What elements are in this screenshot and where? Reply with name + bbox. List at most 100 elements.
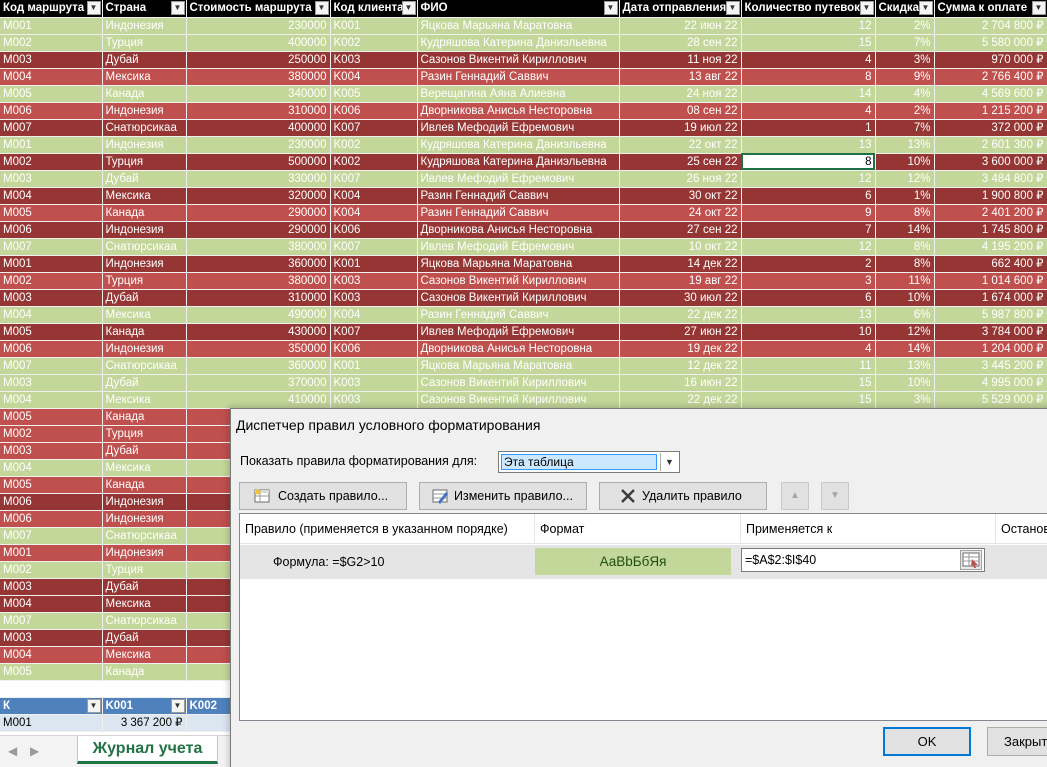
table-cell[interactable]: M006	[0, 510, 103, 528]
table-cell[interactable]: Индонезия	[102, 136, 187, 154]
table-cell[interactable]: 2	[741, 255, 876, 273]
table-cell[interactable]: 19 авг 22	[619, 272, 742, 290]
table-cell[interactable]: Дубай	[102, 374, 187, 392]
table-cell[interactable]: Яцкова Марьяна Маратовна	[417, 357, 620, 375]
table-cell[interactable]: 14	[741, 85, 876, 103]
table-cell[interactable]: 4	[741, 51, 876, 69]
table-cell[interactable]: 10	[741, 323, 876, 341]
table-cell[interactable]: Турция	[102, 272, 187, 290]
table-cell[interactable]: Канада	[102, 663, 187, 681]
table-cell[interactable]: M004	[0, 187, 103, 205]
table-cell[interactable]: Сазонов Викентий Кириллович	[417, 272, 620, 290]
table-cell[interactable]: 380000	[186, 238, 331, 256]
column-header-applies-to[interactable]: Применяется к	[741, 514, 996, 544]
column-header[interactable]: Дата отправления ▼	[619, 0, 742, 18]
table-cell[interactable]: 290000	[186, 204, 331, 222]
table-cell[interactable]: Канада	[102, 323, 187, 341]
table-cell[interactable]: 490000	[186, 306, 331, 324]
table-cell[interactable]: 1 674 000 ₽	[934, 289, 1047, 307]
table-cell[interactable]: M001	[0, 17, 103, 35]
table-cell[interactable]: 2 704 800 ₽	[934, 17, 1047, 35]
filter-dropdown-icon[interactable]: ▼	[170, 698, 185, 713]
table-cell[interactable]: M002	[0, 272, 103, 290]
table-cell[interactable]: M002	[0, 153, 103, 171]
table-cell[interactable]: M006	[0, 340, 103, 358]
table-cell[interactable]: M002	[0, 34, 103, 52]
table-cell[interactable]: Индонезия	[102, 510, 187, 528]
table-cell[interactable]: 28 сен 22	[619, 34, 742, 52]
table-cell[interactable]: M004	[0, 646, 103, 664]
pivot-header-cell[interactable]: K001 ▼	[102, 697, 187, 715]
table-cell[interactable]: 4	[741, 102, 876, 120]
table-cell[interactable]: Ивлев Мефодий Ефремович	[417, 119, 620, 137]
table-cell[interactable]: Снатюрсикаа	[102, 357, 187, 375]
table-cell[interactable]: 24 окт 22	[619, 204, 742, 222]
table-cell[interactable]: M003	[0, 374, 103, 392]
table-cell[interactable]: Индонезия	[102, 255, 187, 273]
filter-dropdown-icon[interactable]: ▼	[603, 1, 618, 15]
table-cell[interactable]: 13	[741, 306, 876, 324]
table-cell[interactable]: 26 ноя 22	[619, 170, 742, 188]
table-cell[interactable]: 3 445 200 ₽	[934, 357, 1047, 375]
table-cell[interactable]: M003	[0, 51, 103, 69]
table-cell[interactable]: Ивлев Мефодий Ефремович	[417, 323, 620, 341]
table-cell[interactable]: 320000	[186, 187, 331, 205]
table-cell[interactable]: K002	[330, 34, 418, 52]
table-cell[interactable]: 410000	[186, 391, 331, 409]
table-cell[interactable]: Турция	[102, 561, 187, 579]
table-cell[interactable]: 4 569 600 ₽	[934, 85, 1047, 103]
table-cell[interactable]: 10 окт 22	[619, 238, 742, 256]
table-cell[interactable]: 2 401 200 ₽	[934, 204, 1047, 222]
table-cell[interactable]: 24 ноя 22	[619, 85, 742, 103]
table-cell[interactable]: Канада	[102, 476, 187, 494]
table-cell[interactable]: 1 745 800 ₽	[934, 221, 1047, 239]
table-cell[interactable]: M006	[0, 493, 103, 511]
table-cell[interactable]: 2 601 300 ₽	[934, 136, 1047, 154]
column-header[interactable]: Страна ▼	[102, 0, 187, 18]
table-cell[interactable]: Сазонов Викентий Кириллович	[417, 51, 620, 69]
table-cell[interactable]: 372 000 ₽	[934, 119, 1047, 137]
table-cell[interactable]: 10%	[875, 374, 935, 392]
table-cell[interactable]: Мексика	[102, 459, 187, 477]
delete-rule-button[interactable]: Удалить правило	[599, 482, 767, 510]
table-cell[interactable]: Разин Геннадий Саввич	[417, 68, 620, 86]
create-rule-button[interactable]: Создать правило...	[239, 482, 407, 510]
table-cell[interactable]: K003	[330, 51, 418, 69]
table-cell[interactable]: 11 ноя 22	[619, 51, 742, 69]
table-cell[interactable]: M001	[0, 544, 103, 562]
table-cell[interactable]: 400000	[186, 119, 331, 137]
table-cell[interactable]: M007	[0, 527, 103, 545]
table-cell[interactable]: 12%	[875, 170, 935, 188]
column-header-rule[interactable]: Правило (применяется в указанном порядке…	[240, 514, 535, 544]
table-cell[interactable]: 3 600 000 ₽	[934, 153, 1047, 171]
table-cell[interactable]: Индонезия	[102, 493, 187, 511]
table-cell[interactable]: 30 окт 22	[619, 187, 742, 205]
table-cell[interactable]: 3%	[875, 391, 935, 409]
table-cell[interactable]: K007	[330, 170, 418, 188]
table-cell[interactable]: 310000	[186, 289, 331, 307]
table-cell[interactable]: Канада	[102, 85, 187, 103]
table-cell[interactable]: 22 дек 22	[619, 306, 742, 324]
table-cell[interactable]: Индонезия	[102, 102, 187, 120]
table-cell[interactable]: 430000	[186, 323, 331, 341]
table-cell[interactable]: 360000	[186, 357, 331, 375]
table-cell[interactable]: 2%	[875, 17, 935, 35]
table-cell[interactable]: 1 900 800 ₽	[934, 187, 1047, 205]
table-cell[interactable]: 350000	[186, 340, 331, 358]
triangle-right-icon[interactable]: ▶	[30, 744, 39, 758]
table-cell[interactable]: 27 июн 22	[619, 323, 742, 341]
table-cell[interactable]: K006	[330, 221, 418, 239]
move-down-button[interactable]: ▼	[821, 482, 849, 510]
table-cell[interactable]: M001	[0, 136, 103, 154]
table-cell[interactable]: 19 июл 22	[619, 119, 742, 137]
sheet-tab-journal[interactable]: Журнал учета	[77, 736, 218, 764]
table-cell[interactable]: Сазонов Викентий Кириллович	[417, 374, 620, 392]
filter-dropdown-icon[interactable]: ▼	[170, 1, 185, 15]
table-cell[interactable]: Снатюрсикаа	[102, 612, 187, 630]
table-cell[interactable]: 230000	[186, 17, 331, 35]
table-cell[interactable]: M005	[0, 408, 103, 426]
table-cell[interactable]: 2 766 400 ₽	[934, 68, 1047, 86]
table-cell[interactable]: 25 сен 22	[619, 153, 742, 171]
table-cell[interactable]: Ивлев Мефодий Ефремович	[417, 238, 620, 256]
table-cell[interactable]: 22 дек 22	[619, 391, 742, 409]
